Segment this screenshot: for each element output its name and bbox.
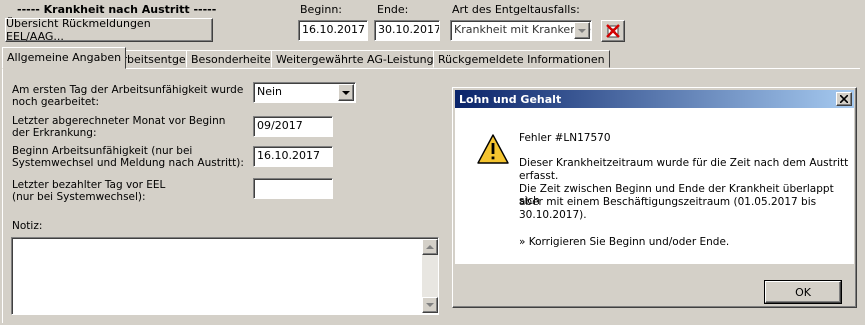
chevron-up-icon [426, 245, 434, 249]
overview-button[interactable]: Übersicht Rückmeldungen EEL/AAG... [5, 17, 213, 43]
close-icon [840, 95, 848, 103]
chevron-down-icon [426, 303, 434, 307]
last-paid-field[interactable] [253, 178, 333, 199]
type-select-dropdown-button[interactable] [574, 22, 590, 39]
worked-label-1: Am ersten Tag der Arbeitsunfähigkeit wur… [12, 84, 244, 96]
warning-icon [477, 134, 509, 164]
note-scrollbar[interactable] [422, 239, 438, 313]
message-line-5: 30.10.2017). [519, 209, 587, 221]
worked-select-value: Nein [257, 85, 283, 98]
worked-select[interactable]: Nein [253, 82, 356, 103]
last-month-label-2: der Erkrankung: [12, 127, 97, 139]
begin-au-field[interactable]: 16.10.2017 [253, 146, 333, 167]
type-label: Art des Entgeltausfalls: [452, 3, 580, 16]
note-label: Notiz: [12, 220, 43, 232]
message-line-6: » Korrigieren Sie Beginn und/oder Ende. [519, 236, 730, 248]
tab-besonderheiten[interactable]: Besonderheiten [186, 50, 283, 68]
delete-icon [606, 24, 620, 38]
scroll-up-button[interactable] [422, 239, 438, 255]
begin-au-label-2: Systemwechsel und Meldung nach Austritt)… [12, 157, 244, 169]
message-line-2: erfasst. [519, 170, 559, 182]
worked-label-2: noch gearbeitet: [12, 96, 99, 108]
error-dialog: Lohn und Gehalt Fehler #LN17570 Dieser K… [452, 87, 857, 308]
message-line-1: Dieser Krankheitzeitraum wurde für die Z… [519, 157, 849, 169]
dialog-close-button[interactable] [836, 92, 852, 106]
dialog-body: Fehler #LN17570 Dieser Krankheitzeitraum… [455, 108, 854, 264]
delete-button[interactable] [601, 20, 625, 42]
end-label: Ende: [377, 3, 409, 16]
last-month-label-1: Letzter abgerechneter Monat vor Beginn [12, 115, 226, 127]
begin-label: Beginn: [300, 3, 343, 16]
scroll-down-button[interactable] [422, 297, 438, 313]
message-line-4: aber mit einem Beschäftigungszeitraum (0… [519, 196, 817, 208]
begin-au-label-1: Beginn Arbeitsunfähigkeit (nur bei [12, 145, 193, 157]
section-title: ----- Krankheit nach Austritt ----- [17, 3, 217, 16]
tab-rueckgemeldete-informationen[interactable]: Rückgemeldete Informationen [433, 50, 610, 68]
last-paid-label-1: Letzter bezahlter Tag vor EEL [12, 179, 166, 191]
end-date-field[interactable]: 30.10.2017 [374, 20, 440, 41]
tab-weitergewaehrte-ag-leistungen[interactable]: Weitergewährte AG-Leistungen [271, 50, 453, 68]
dialog-title: Lohn und Gehalt [459, 93, 562, 106]
last-month-field[interactable]: 09/2017 [253, 116, 333, 137]
ok-button[interactable]: OK [764, 280, 842, 304]
dialog-titlebar[interactable]: Lohn und Gehalt [455, 90, 854, 108]
last-paid-label-2: (nur bei Systemwechsel): [12, 191, 146, 203]
chevron-down-icon [342, 90, 350, 95]
begin-date-field[interactable]: 16.10.2017 [298, 20, 368, 41]
note-textarea[interactable] [11, 237, 439, 315]
type-select[interactable]: Krankheit mit Krankengeld [450, 20, 592, 41]
error-code: Fehler #LN17570 [519, 132, 611, 144]
tab-allgemeine-angaben[interactable]: Allgemeine Angaben [2, 47, 127, 69]
worked-select-dropdown-button[interactable] [338, 84, 354, 101]
chevron-down-icon [578, 28, 586, 33]
type-select-value: Krankheit mit Krankengeld [454, 23, 592, 36]
